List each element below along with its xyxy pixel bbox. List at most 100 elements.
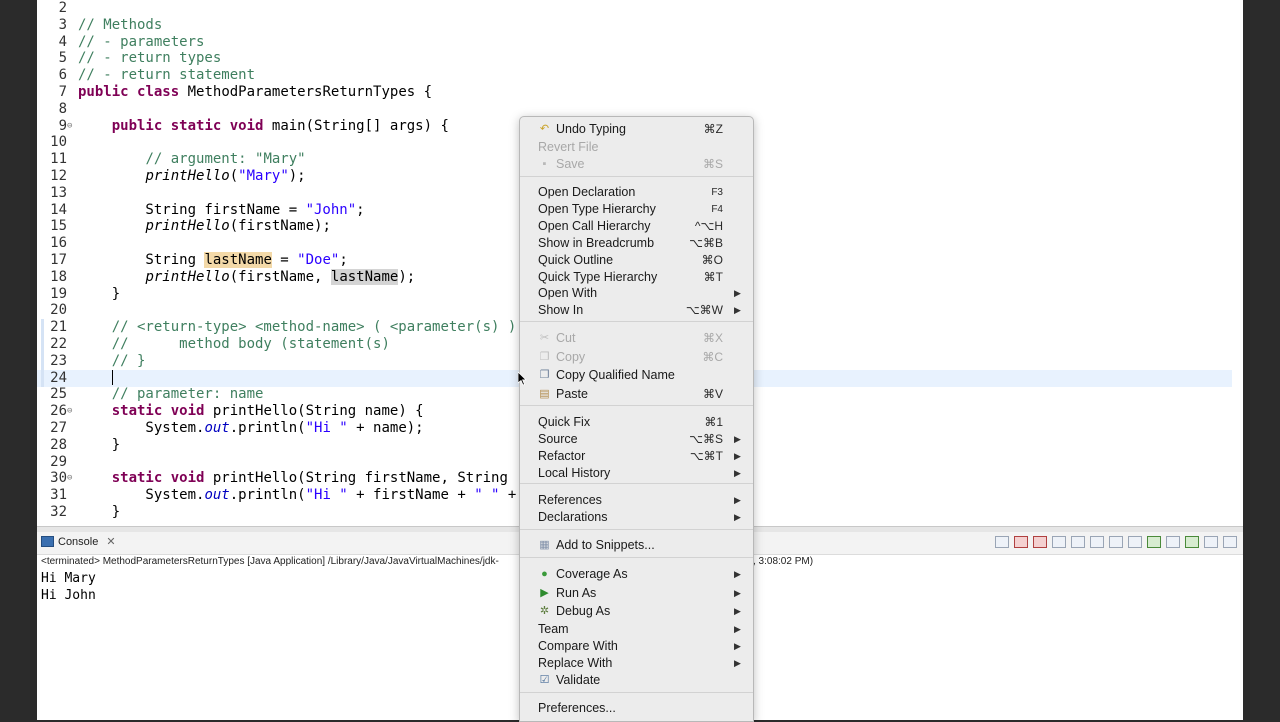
display-console-icon[interactable] (1166, 536, 1180, 548)
word-wrap-icon[interactable] (1090, 536, 1104, 548)
code-token: + name); (347, 420, 424, 436)
code-token: out (204, 420, 230, 436)
pin-console-icon[interactable] (1147, 536, 1161, 548)
code-token: } (78, 504, 121, 520)
maximize-icon[interactable] (1223, 536, 1237, 548)
menu-item-label: Replace With (538, 656, 613, 670)
submenu-arrow-icon: ▶ (734, 434, 741, 444)
menu-item-quick-outline[interactable]: Quick Outline ⌘O (520, 252, 753, 269)
menu-item-label: Revert File (538, 140, 599, 154)
code-token: printHello (145, 168, 230, 184)
scroll-lock-icon[interactable] (1071, 536, 1085, 548)
remove-all-launches-icon[interactable] (1033, 536, 1047, 548)
menu-item-local-history[interactable]: Local History ▶ (520, 465, 753, 482)
minimize-icon[interactable] (1204, 536, 1218, 548)
menu-item-open-call-hierarchy[interactable]: Open Call Hierarchy ^⌥H (520, 218, 753, 235)
code-token: " " (474, 487, 500, 504)
menu-item-add-to-snippets[interactable]: ▦ Add to Snippets... (520, 537, 753, 554)
code-token: "John" (305, 201, 357, 218)
menu-item-refactor[interactable]: Refactor ⌥⌘T ▶ (520, 448, 753, 465)
copy-qualified-name-icon: ❐ (539, 369, 550, 381)
menu-item-label: Open Type Hierarchy (538, 202, 656, 216)
menu-item-declarations[interactable]: Declarations ▶ (520, 509, 753, 526)
menu-separator (520, 692, 753, 693)
code-line[interactable]: 3 // Methods (37, 17, 1243, 34)
menu-item-debug-as[interactable]: ✲ Debug As ▶ (520, 603, 753, 620)
code-text: } (78, 504, 120, 521)
code-line[interactable]: 7 public class MethodParametersReturnType… (37, 84, 1243, 101)
code-token: ; (356, 201, 365, 218)
clear-console-icon[interactable] (1052, 536, 1066, 548)
fold-toggle-icon[interactable]: ⊖ (67, 403, 72, 420)
validate-icon: ☑ (539, 674, 550, 686)
submenu-arrow-icon: ▶ (734, 305, 741, 315)
menu-item-paste[interactable]: ▤ Paste ⌘V (520, 386, 753, 403)
code-text: public class MethodParametersReturnTypes… (78, 84, 432, 101)
line-number: 5 (58, 50, 67, 67)
console-output-line: Hi Mary (41, 571, 96, 586)
fold-toggle-icon[interactable]: ⊖ (67, 118, 72, 135)
code-token: // parameter: name (111, 386, 264, 403)
code-line[interactable]: 2 (37, 0, 1243, 17)
tab-console[interactable]: Console ✕ (41, 535, 116, 548)
submenu-arrow-icon: ▶ (734, 495, 741, 505)
menu-item-shortcut: ^⌥H (694, 219, 723, 233)
menu-item-open-with[interactable]: Open With ▶ (520, 285, 753, 302)
code-token: .println( (229, 420, 306, 436)
save-icon: ▪ (542, 158, 547, 170)
menu-item-show-in-breadcrumb[interactable]: Show in Breadcrumb ⌥⌘B (520, 235, 753, 252)
code-line[interactable]: 6 // - return statement (37, 67, 1243, 84)
menu-item-cut: ✂ Cut ⌘X (520, 330, 753, 347)
menu-item-label: References (538, 493, 602, 507)
menu-item-label: Debug As (556, 604, 611, 618)
code-text: printHello(firstName); (78, 218, 330, 235)
open-console-icon[interactable] (1185, 536, 1199, 548)
menu-item-references[interactable]: References ▶ (520, 492, 753, 509)
menu-item-open-declaration[interactable]: Open Declaration F3 (520, 184, 753, 201)
menu-item-label: Run As (556, 586, 597, 600)
menu-item-coverage-as[interactable]: ● Coverage As ▶ (520, 566, 753, 583)
code-token: = (271, 252, 298, 268)
menu-item-team[interactable]: Team ▶ (520, 621, 753, 638)
line-number: 26 (50, 403, 67, 420)
line-number: 13 (50, 184, 67, 201)
menu-item-copy-qualified-name[interactable]: ❐ Copy Qualified Name (520, 367, 753, 384)
line-number: 9 (58, 117, 67, 134)
fold-toggle-icon[interactable]: ⊖ (67, 470, 72, 487)
console-status: <terminated> MethodParametersReturnTypes… (41, 556, 499, 567)
close-icon[interactable]: ✕ (106, 535, 115, 548)
code-token: printHello(String firstName, String (204, 470, 508, 487)
code-text: // argument: "Mary" (78, 151, 305, 168)
menu-item-replace-with[interactable]: Replace With ▶ (520, 655, 753, 672)
submenu-arrow-icon: ▶ (734, 288, 741, 298)
menu-item-undo-typing[interactable]: ↶ Undo Typing ⌘Z (520, 121, 753, 138)
menu-item-preferences[interactable]: Preferences... (520, 700, 753, 717)
code-token: lastName (204, 252, 272, 268)
menu-item-label: Refactor (538, 449, 586, 463)
menu-separator (520, 405, 753, 406)
line-number: 12 (50, 168, 67, 184)
menu-item-open-type-hierarchy[interactable]: Open Type Hierarchy F4 (520, 201, 753, 218)
menu-separator (520, 557, 753, 558)
show-on-output-icon[interactable] (1109, 536, 1123, 548)
menu-item-source[interactable]: Source ⌥⌘S ▶ (520, 431, 753, 448)
menu-separator (520, 321, 753, 322)
menu-item-label: Add to Snippets... (556, 538, 655, 552)
menu-item-quick-fix[interactable]: Quick Fix ⌘1 (520, 414, 753, 431)
menu-item-quick-type-hierarchy[interactable]: Quick Type Hierarchy ⌘T (520, 269, 753, 286)
menu-item-run-as[interactable]: ▶ Run As ▶ (520, 585, 753, 602)
terminate-icon[interactable] (995, 536, 1009, 548)
menu-item-show-in[interactable]: Show In ⌥⌘W ▶ (520, 302, 753, 319)
code-text: // - return statement (78, 67, 255, 84)
remove-launch-icon[interactable] (1014, 536, 1028, 548)
code-token: (firstName, (229, 268, 331, 285)
code-line[interactable]: 5 // - return types (37, 50, 1243, 67)
menu-item-validate[interactable]: ☑ Validate (520, 672, 753, 689)
code-line[interactable]: 4 // - parameters (37, 34, 1243, 51)
show-on-error-icon[interactable] (1128, 536, 1142, 548)
menu-item-compare-with[interactable]: Compare With ▶ (520, 638, 753, 655)
menu-item-label: Open Call Hierarchy (538, 219, 651, 233)
